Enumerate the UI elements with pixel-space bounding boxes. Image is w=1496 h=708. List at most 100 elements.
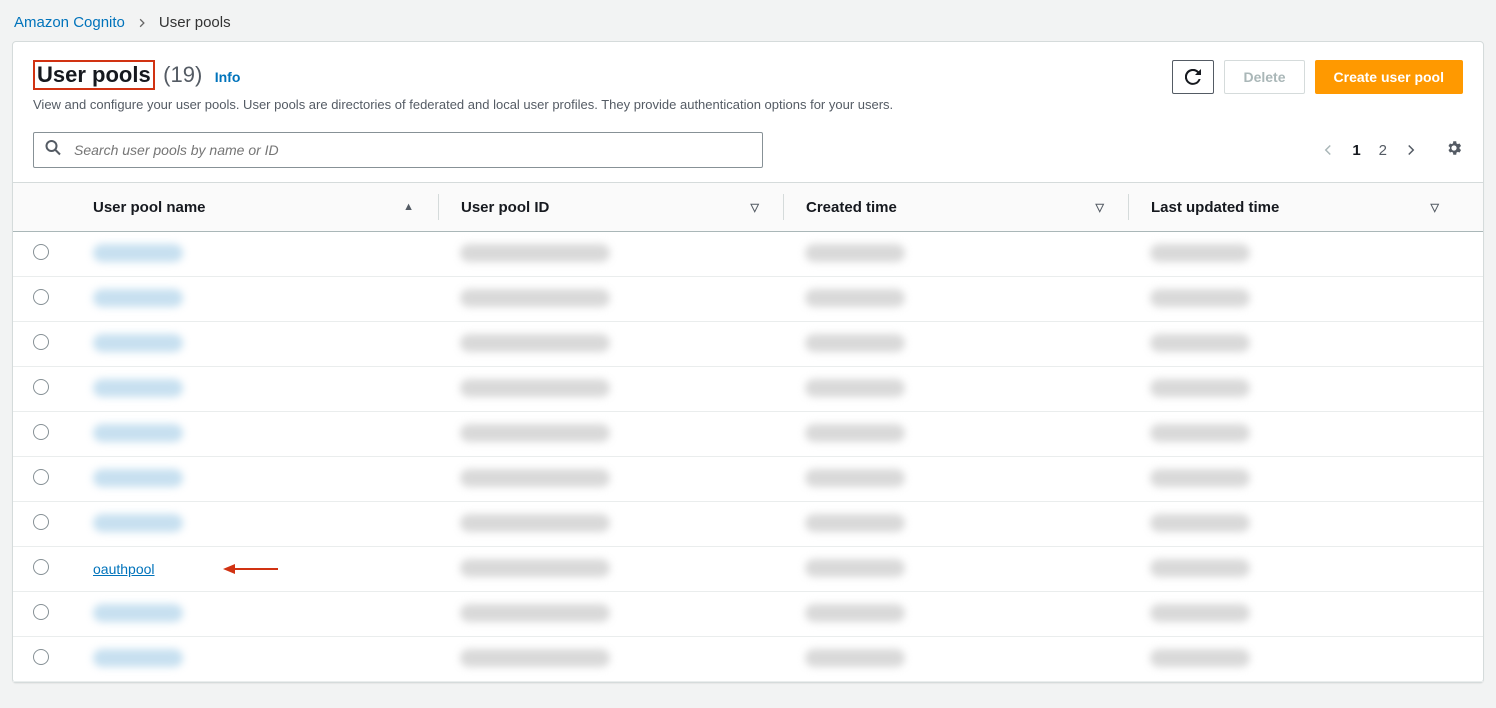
redacted-value xyxy=(805,379,905,397)
row-radio[interactable] xyxy=(33,289,49,305)
row-radio[interactable] xyxy=(33,559,49,575)
highlight-box: User pools xyxy=(33,60,155,90)
main-panel: User pools (19) Info View and configure … xyxy=(12,41,1484,683)
redacted-value xyxy=(1150,379,1250,397)
redacted-value xyxy=(1150,559,1250,577)
redacted-name xyxy=(93,244,183,262)
redacted-value xyxy=(1150,244,1250,262)
redacted-value xyxy=(1150,649,1250,667)
refresh-icon xyxy=(1185,69,1201,85)
breadcrumb-current: User pools xyxy=(159,14,231,31)
redacted-value xyxy=(805,469,905,487)
column-header-created[interactable]: Created time ▽ xyxy=(783,194,1128,220)
gear-icon xyxy=(1445,139,1463,157)
row-radio[interactable] xyxy=(33,604,49,620)
row-radio[interactable] xyxy=(33,649,49,665)
pool-name-link[interactable]: oauthpool xyxy=(93,561,155,577)
redacted-value xyxy=(805,649,905,667)
pool-count: (19) xyxy=(163,62,202,87)
breadcrumb-root-link[interactable]: Amazon Cognito xyxy=(14,14,125,31)
table-row[interactable] xyxy=(13,367,1483,412)
redacted-name xyxy=(93,289,183,307)
column-header-updated[interactable]: Last updated time ▽ xyxy=(1128,194,1463,220)
redacted-value xyxy=(805,604,905,622)
info-link[interactable]: Info xyxy=(215,69,241,85)
column-header-id[interactable]: User pool ID ▽ xyxy=(438,194,783,220)
search-input[interactable] xyxy=(33,132,763,168)
page-title: User pools xyxy=(37,62,151,88)
column-label-id: User pool ID xyxy=(461,199,549,216)
row-radio[interactable] xyxy=(33,514,49,530)
table-row[interactable] xyxy=(13,277,1483,322)
redacted-value xyxy=(1150,469,1250,487)
table-header: User pool name ▲ User pool ID ▽ Created … xyxy=(13,182,1483,232)
table-row[interactable] xyxy=(13,502,1483,547)
next-page-button[interactable] xyxy=(1405,142,1417,158)
table-row[interactable] xyxy=(13,457,1483,502)
redacted-value xyxy=(460,514,610,532)
redacted-value xyxy=(460,604,610,622)
redacted-value xyxy=(805,244,905,262)
prev-page-button[interactable] xyxy=(1322,142,1334,158)
redacted-value xyxy=(805,559,905,577)
redacted-value xyxy=(460,559,610,577)
redacted-name xyxy=(93,424,183,442)
redacted-value xyxy=(1150,514,1250,532)
arrow-annotation xyxy=(223,561,278,577)
redacted-value xyxy=(1150,604,1250,622)
sort-icon: ▽ xyxy=(1431,201,1439,214)
redacted-name xyxy=(93,649,183,667)
table-row[interactable] xyxy=(13,232,1483,277)
row-radio[interactable] xyxy=(33,424,49,440)
controls: 1 2 xyxy=(13,122,1483,182)
pagination: 1 2 xyxy=(1322,139,1463,162)
redacted-name xyxy=(93,514,183,532)
redacted-value xyxy=(805,424,905,442)
table-row[interactable] xyxy=(13,592,1483,637)
row-radio[interactable] xyxy=(33,244,49,260)
page-2[interactable]: 2 xyxy=(1379,142,1387,159)
delete-button[interactable]: Delete xyxy=(1224,60,1304,94)
header-actions: Delete Create user pool xyxy=(1172,60,1463,94)
table-row[interactable] xyxy=(13,637,1483,682)
redacted-value xyxy=(805,514,905,532)
page-subtitle: View and configure your user pools. User… xyxy=(33,96,893,114)
row-radio[interactable] xyxy=(33,379,49,395)
column-header-name[interactable]: User pool name ▲ xyxy=(93,199,438,216)
redacted-value xyxy=(460,649,610,667)
redacted-value xyxy=(460,289,610,307)
row-radio[interactable] xyxy=(33,334,49,350)
chevron-right-icon xyxy=(1405,142,1417,158)
redacted-name xyxy=(93,334,183,352)
search-icon xyxy=(45,140,61,161)
column-label-name: User pool name xyxy=(93,199,206,216)
sort-asc-icon: ▲ xyxy=(403,201,414,213)
refresh-button[interactable] xyxy=(1172,60,1214,94)
chevron-left-icon xyxy=(1322,142,1334,158)
redacted-value xyxy=(460,244,610,262)
breadcrumb: Amazon Cognito User pools xyxy=(0,0,1496,41)
redacted-value xyxy=(1150,289,1250,307)
table-row[interactable] xyxy=(13,322,1483,367)
redacted-name xyxy=(93,469,183,487)
redacted-value xyxy=(1150,334,1250,352)
redacted-value xyxy=(1150,424,1250,442)
redacted-name xyxy=(93,379,183,397)
row-radio[interactable] xyxy=(33,469,49,485)
settings-button[interactable] xyxy=(1445,139,1463,162)
column-label-created: Created time xyxy=(806,199,897,216)
page-1[interactable]: 1 xyxy=(1352,142,1360,159)
table-body: oauthpool xyxy=(13,232,1483,682)
redacted-value xyxy=(460,424,610,442)
redacted-value xyxy=(460,379,610,397)
sort-icon: ▽ xyxy=(1096,201,1104,214)
title-group: User pools (19) Info View and configure … xyxy=(33,60,893,114)
table-row[interactable] xyxy=(13,412,1483,457)
panel-header: User pools (19) Info View and configure … xyxy=(13,42,1483,122)
redacted-value xyxy=(460,469,610,487)
create-user-pool-button[interactable]: Create user pool xyxy=(1315,60,1463,94)
redacted-name xyxy=(93,604,183,622)
redacted-value xyxy=(805,334,905,352)
chevron-right-icon xyxy=(137,15,147,31)
sort-icon: ▽ xyxy=(751,201,759,214)
